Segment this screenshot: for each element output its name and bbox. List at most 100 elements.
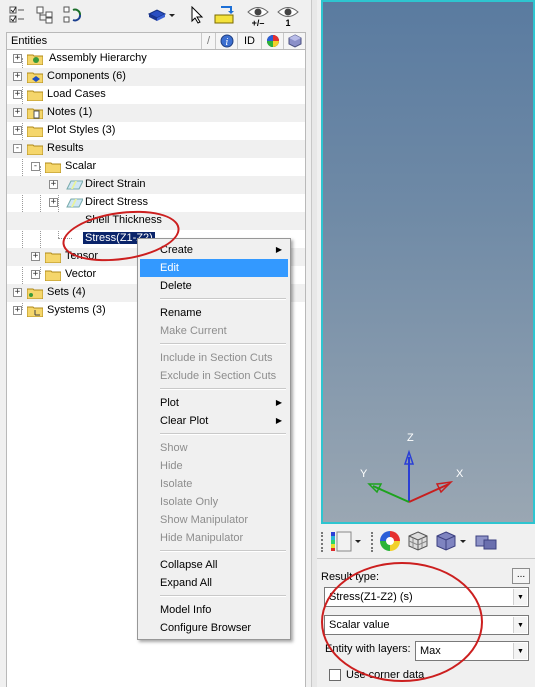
color-column-icon[interactable]: [261, 33, 283, 49]
menu-item-hide-manipulator[interactable]: Hide Manipulator: [140, 529, 288, 547]
expand-icon[interactable]: +: [31, 270, 40, 279]
part-cube-icon[interactable]: [473, 530, 499, 552]
menu-item-label: Hide Manipulator: [160, 532, 244, 544]
menu-item-label: Edit: [160, 262, 179, 274]
tree-item-label: Notes (1): [47, 106, 93, 118]
expand-icon[interactable]: +: [13, 126, 22, 135]
menu-item-label: Collapse All: [160, 559, 218, 571]
export-selection-icon[interactable]: [212, 4, 238, 26]
hierarchy-icon[interactable]: [34, 4, 56, 26]
tree-item-label: Scalar: [65, 160, 97, 172]
chevron-down-icon: ▼: [513, 617, 527, 633]
sync-icon[interactable]: [62, 4, 84, 26]
show-hide-eye-icon[interactable]: +/–: [246, 2, 270, 30]
show-hide-label: +/–: [251, 17, 265, 28]
menu-item-label: Show Manipulator: [160, 514, 249, 526]
info-column-icon[interactable]: i: [215, 33, 237, 49]
submenu-arrow-icon: ▶: [275, 245, 282, 254]
menu-item-make-current[interactable]: Make Current: [140, 322, 288, 340]
expand-icon[interactable]: +: [13, 288, 22, 297]
tree-item-label: Sets (4): [47, 286, 86, 298]
expand-icon[interactable]: +: [49, 180, 58, 189]
tree-item-load-cases[interactable]: + Load Cases: [7, 86, 305, 104]
tree-header: Entities / i ID: [6, 32, 306, 50]
result-gradient-icon: [66, 198, 83, 208]
menu-separator: [160, 550, 286, 552]
menu-item-collapse-all[interactable]: Collapse All: [140, 556, 288, 574]
contour-legend-icon[interactable]: [329, 530, 363, 552]
menu-item-clear-plot[interactable]: Clear Plot ▶: [140, 412, 288, 430]
axis-x-label: X: [456, 468, 464, 480]
assembly-folder-icon: [27, 54, 43, 65]
systems-folder-icon: [27, 306, 43, 317]
shaded-cube-icon[interactable]: [435, 530, 469, 552]
menu-item-rename[interactable]: Rename: [140, 304, 288, 322]
corner-data-checkbox[interactable]: [329, 669, 341, 681]
tree-item-components[interactable]: + Components (6): [7, 68, 305, 86]
collapse-icon[interactable]: -: [31, 162, 40, 171]
entities-column-header[interactable]: Entities: [7, 35, 201, 47]
chevron-down-icon: ▼: [513, 643, 527, 659]
result-type-browse-button[interactable]: ...: [512, 568, 530, 584]
expand-icon[interactable]: +: [13, 72, 22, 81]
checklist-icon[interactable]: [6, 4, 28, 26]
tree-item-direct-strain[interactable]: + Direct Strain: [7, 176, 305, 194]
toolbar-grip: [371, 532, 373, 552]
tree-item-plot-styles[interactable]: + Plot Styles (3): [7, 122, 305, 140]
menu-item-configure-browser[interactable]: Configure Browser: [140, 619, 288, 637]
sets-folder-icon: [27, 288, 43, 299]
tree-item-notes[interactable]: + Notes (1): [7, 104, 305, 122]
expand-icon[interactable]: +: [49, 198, 58, 207]
folder-icon: [45, 162, 61, 173]
graphics-viewport[interactable]: Z X Y: [321, 0, 535, 524]
menu-separator: [160, 388, 286, 390]
folder-icon: [45, 270, 61, 281]
color-wheel-icon[interactable]: [379, 530, 401, 552]
expand-icon[interactable]: +: [31, 252, 40, 261]
context-menu: Create ▶ Edit Delete Rename Make Current …: [137, 238, 291, 640]
menu-item-include-section-cuts[interactable]: Include in Section Cuts: [140, 349, 288, 367]
collapse-icon[interactable]: -: [13, 144, 22, 153]
menu-item-exclude-section-cuts[interactable]: Exclude in Section Cuts: [140, 367, 288, 385]
menu-item-delete[interactable]: Delete: [140, 277, 288, 295]
tree-item-label: Plot Styles (3): [47, 124, 116, 136]
browser-toolbar: +/– 1: [0, 0, 311, 32]
annotation-ellipse: [321, 562, 483, 682]
folder-icon: [27, 90, 43, 101]
tree-item-results[interactable]: - Results: [7, 140, 305, 158]
tree-item-scalar[interactable]: - Scalar: [7, 158, 305, 176]
display-mode-icon[interactable]: [146, 4, 176, 26]
show-one-eye-icon[interactable]: 1: [276, 2, 300, 30]
menu-item-model-info[interactable]: Model Info: [140, 601, 288, 619]
menu-item-expand-all[interactable]: Expand All: [140, 574, 288, 592]
result-toolbar: [317, 524, 535, 558]
components-folder-icon: [27, 72, 43, 83]
mesh-cube-icon[interactable]: [407, 530, 429, 552]
menu-item-show-manipulator[interactable]: Show Manipulator: [140, 511, 288, 529]
id-column-header[interactable]: ID: [237, 33, 261, 49]
tree-item-direct-stress[interactable]: + Direct Stress: [7, 194, 305, 212]
menu-item-isolate[interactable]: Isolate: [140, 475, 288, 493]
display-column-icon[interactable]: [283, 33, 305, 49]
menu-item-show[interactable]: Show: [140, 439, 288, 457]
menu-item-label: Isolate: [160, 478, 193, 490]
expand-icon[interactable]: +: [13, 90, 22, 99]
expand-icon[interactable]: +: [13, 306, 22, 315]
toolbar-grip[interactable]: [321, 532, 323, 552]
menu-item-plot[interactable]: Plot ▶: [140, 394, 288, 412]
tree-item-label: Load Cases: [47, 88, 106, 100]
menu-item-label: Clear Plot: [160, 415, 209, 427]
expand-icon[interactable]: +: [13, 108, 22, 117]
menu-item-label: Expand All: [160, 577, 212, 589]
tree-item-assembly-hierarchy[interactable]: + Assembly Hierarchy: [7, 50, 305, 68]
menu-item-isolate-only[interactable]: Isolate Only: [140, 493, 288, 511]
submenu-arrow-icon: ▶: [275, 416, 282, 425]
expand-icon[interactable]: +: [13, 54, 22, 63]
tree-item-label: Systems (3): [47, 304, 106, 316]
menu-item-hide[interactable]: Hide: [140, 457, 288, 475]
menu-item-label: Show: [160, 442, 188, 454]
menu-item-edit[interactable]: Edit: [140, 259, 288, 277]
tree-item-label: Direct Strain: [85, 178, 146, 190]
pointer-select-icon[interactable]: [186, 4, 208, 26]
menu-item-label: Configure Browser: [160, 622, 252, 634]
